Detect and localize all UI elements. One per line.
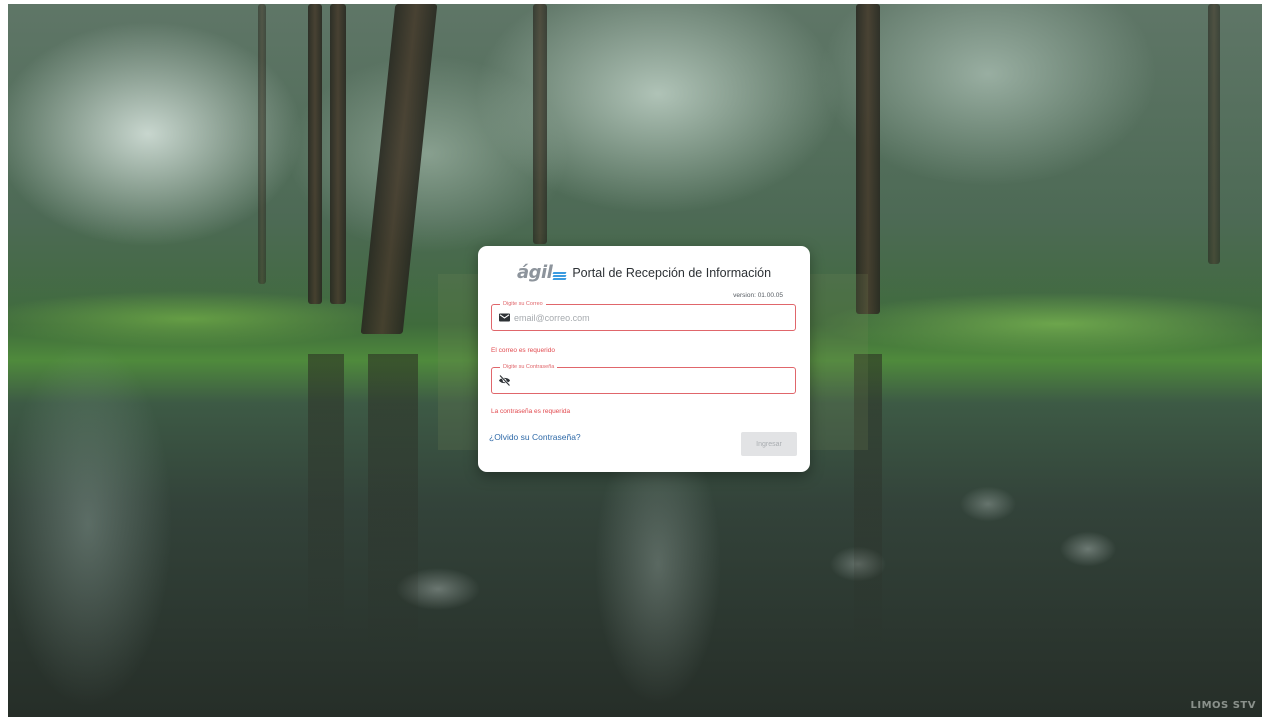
tree-trunk — [308, 4, 322, 304]
version-label: version: 01.00.05 — [733, 292, 783, 299]
trunk-reflection — [368, 354, 418, 654]
tree-trunk — [258, 4, 266, 284]
password-error-message: La contraseña es requerida — [491, 408, 571, 415]
email-error-message: El correo es requerido — [491, 347, 555, 354]
envelope-icon — [498, 311, 511, 324]
eye-slash-icon[interactable] — [498, 374, 511, 387]
agil-logo: ágil — [516, 262, 567, 283]
password-input[interactable] — [514, 372, 784, 389]
forgot-password-link[interactable]: ¿Olvido su Contraseña? — [489, 432, 581, 442]
email-field: Digite su Correo — [491, 299, 796, 331]
watermark: LIMOS STV — [1190, 700, 1256, 711]
tree-trunk — [856, 4, 880, 314]
email-field-label: Digite su Correo — [500, 299, 546, 309]
tree-trunk — [533, 4, 547, 244]
login-card: ágil Portal de Recepción de Información … — [478, 246, 810, 472]
tree-trunk — [1208, 4, 1220, 264]
page-title: Portal de Recepción de Información — [572, 266, 772, 280]
password-field-label: Digite su Contraseña — [500, 362, 558, 372]
login-button[interactable]: Ingresar — [741, 432, 797, 456]
email-input[interactable] — [514, 309, 784, 326]
logo-text: ágil — [516, 262, 553, 283]
password-field: Digite su Contraseña — [491, 362, 796, 394]
logo-stripes-icon — [552, 271, 567, 280]
card-header: ágil Portal de Recepción de Información — [478, 263, 810, 283]
tree-trunk — [330, 4, 346, 304]
trunk-reflection — [308, 354, 344, 634]
